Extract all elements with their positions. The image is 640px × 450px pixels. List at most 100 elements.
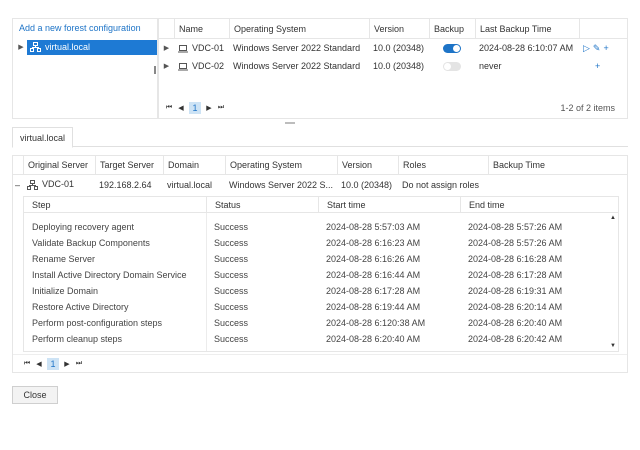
expand-arrow-icon[interactable]: ▶ [15, 43, 27, 51]
tree-node-selected[interactable]: virtual.local [27, 39, 157, 55]
table-row[interactable]: Perform cleanup steps Success 2024-08-28 6… [24, 331, 618, 347]
step-name: Validate Backup Components [32, 238, 150, 248]
steps-grid-body: Deploying recovery agent Success 2024-08-2… [24, 213, 618, 351]
step-start-time: 2024-08-28 6:16:26 AM [326, 254, 421, 264]
step-name: Perform cleanup steps [32, 334, 123, 344]
close-button[interactable]: Close [12, 386, 58, 404]
backup-toggle[interactable] [443, 61, 461, 71]
table-row[interactable]: Install Active Directory Domain Service S… [24, 267, 618, 283]
play-icon[interactable]: ▷ [583, 43, 590, 54]
add-forest-link[interactable]: Add a new forest configuration [13, 19, 157, 37]
table-row[interactable]: Initialize Domain Success 2024-08-28 6:17:… [24, 283, 618, 299]
step-end-time: 2024-08-28 6:20:42 AM [468, 334, 563, 344]
column-header-backup[interactable]: Backup [429, 19, 475, 38]
next-page-icon[interactable]: ▶ [61, 360, 73, 368]
server-os: Windows Server 2022 Standard [233, 61, 361, 71]
step-start-time: 2024-08-28 6:17:28 AM [326, 286, 421, 296]
step-status: Success [214, 270, 249, 280]
details-grid-header: Original Server Target Server Domain Ope… [13, 156, 627, 175]
step-start-time: 2024-08-28 6:120:38 AM [326, 318, 426, 328]
next-page-icon[interactable]: ▶ [203, 104, 215, 112]
scroll-up-icon[interactable]: ▲ [610, 215, 616, 221]
server-version: 10.0 (20348) [373, 43, 425, 53]
server-last-backup: never [479, 61, 502, 71]
tab-bar: virtual.local [12, 127, 628, 148]
column-header-end-time[interactable]: End time [460, 197, 618, 212]
table-row[interactable]: Restore Active Directory Success 2024-08-2… [24, 299, 618, 315]
first-page-icon[interactable]: ⏮ [163, 104, 175, 112]
step-end-time: 2024-08-28 5:57:26 AM [468, 222, 563, 232]
step-end-time: 2024-08-28 6:20:40 AM [468, 318, 563, 328]
table-row[interactable]: ▶ VDC-02 Windows Server 2022 Standard 10… [159, 57, 627, 75]
vertical-scrollbar[interactable] [154, 66, 156, 74]
domain-network-icon [30, 42, 41, 52]
step-name: Initialize Domain [32, 286, 99, 296]
tree-item-virtual-local[interactable]: ▶ virtual.local [15, 39, 157, 55]
servers-grid: Name Operating System Version Backup Las… [158, 18, 628, 119]
column-header-os[interactable]: Operating System [229, 19, 369, 38]
step-status: Success [214, 334, 249, 344]
row-expand-icon[interactable]: ▶ [159, 62, 174, 70]
step-status: Success [214, 222, 249, 232]
column-header-start-time[interactable]: Start time [318, 197, 460, 212]
table-row[interactable]: Perform post-configuration steps Success 2… [24, 315, 618, 331]
edit-icon[interactable]: ✎ [593, 43, 601, 54]
step-status: Success [214, 254, 249, 264]
collapse-icon[interactable]: – [13, 180, 23, 190]
column-header-original-server[interactable]: Original Server [23, 156, 95, 174]
step-start-time: 2024-08-28 6:16:44 AM [326, 270, 421, 280]
tab-virtual-local[interactable]: virtual.local [12, 127, 74, 148]
table-row[interactable]: Rename Server Success 2024-08-28 6:16:26 A… [24, 251, 618, 267]
servers-grid-header: Name Operating System Version Backup Las… [159, 19, 627, 39]
table-row[interactable]: Validate Backup Components Success 2024-08… [24, 235, 618, 251]
step-status: Success [214, 302, 249, 312]
page-number[interactable]: 1 [189, 102, 201, 114]
add-icon[interactable]: + [603, 43, 608, 53]
servers-pager: ⏮ ◀ 1 ▶ ⏭ 1-2 of 2 items [159, 98, 627, 118]
splitter-handle[interactable] [285, 122, 295, 124]
column-header-version[interactable]: Version [337, 156, 398, 174]
last-page-icon[interactable]: ⏭ [73, 360, 85, 368]
column-header-os[interactable]: Operating System [225, 156, 337, 174]
step-end-time: 2024-08-28 6:16:28 AM [468, 254, 563, 264]
column-header-name[interactable]: Name [174, 19, 229, 38]
column-header-last-backup[interactable]: Last Backup Time [475, 19, 579, 38]
vertical-scrollbar[interactable]: ▲ ▼ [608, 213, 618, 351]
first-page-icon[interactable]: ⏮ [21, 360, 33, 368]
step-name: Perform post-configuration steps [32, 318, 163, 328]
column-header-domain[interactable]: Domain [163, 156, 225, 174]
steps-grid: Step Status Start time End time Deployin… [23, 196, 619, 352]
prev-page-icon[interactable]: ◀ [175, 104, 187, 112]
table-row[interactable]: ▶ VDC-01 Windows Server 2022 Standard 10… [159, 39, 627, 57]
column-header-version[interactable]: Version [369, 19, 429, 38]
pager-info: 1-2 of 2 items [560, 103, 615, 113]
step-end-time: 2024-08-28 6:19:31 AM [468, 286, 563, 296]
laptop-icon [178, 44, 188, 53]
domain-network-icon [27, 179, 38, 190]
steps-rows: Deploying recovery agent Success 2024-08-2… [24, 219, 618, 347]
forest-panel: Add a new forest configuration ▶ virtual… [12, 18, 158, 119]
table-row[interactable]: Deploying recovery agent Success 2024-08-2… [24, 219, 618, 235]
table-row[interactable]: – VDC-01 192.168.2.64 virtual.local Wind… [13, 175, 627, 194]
prev-page-icon[interactable]: ◀ [33, 360, 45, 368]
laptop-icon [178, 62, 188, 71]
add-icon[interactable]: + [595, 61, 600, 71]
column-header-roles[interactable]: Roles [398, 156, 488, 174]
server-name: VDC-01 [192, 43, 225, 53]
server-last-backup: 2024-08-28 6:10:07 AM [479, 43, 574, 53]
step-status: Success [214, 318, 249, 328]
steps-grid-header: Step Status Start time End time [24, 197, 618, 213]
operating-system: Windows Server 2022 S... [229, 179, 334, 190]
page-number[interactable]: 1 [47, 357, 59, 370]
step-name: Restore Active Directory [32, 302, 129, 312]
scroll-down-icon[interactable]: ▼ [610, 343, 616, 349]
row-expand-icon[interactable]: ▶ [159, 44, 174, 52]
column-header-status[interactable]: Status [206, 197, 318, 212]
step-end-time: 2024-08-28 6:17:28 AM [468, 270, 563, 280]
tree-node-label: virtual.local [45, 42, 91, 52]
last-page-icon[interactable]: ⏭ [215, 104, 227, 112]
column-header-backup-time[interactable]: Backup Time [488, 156, 627, 174]
column-header-target-server[interactable]: Target Server [95, 156, 163, 174]
backup-toggle[interactable] [443, 43, 461, 53]
column-header-step[interactable]: Step [24, 197, 206, 212]
